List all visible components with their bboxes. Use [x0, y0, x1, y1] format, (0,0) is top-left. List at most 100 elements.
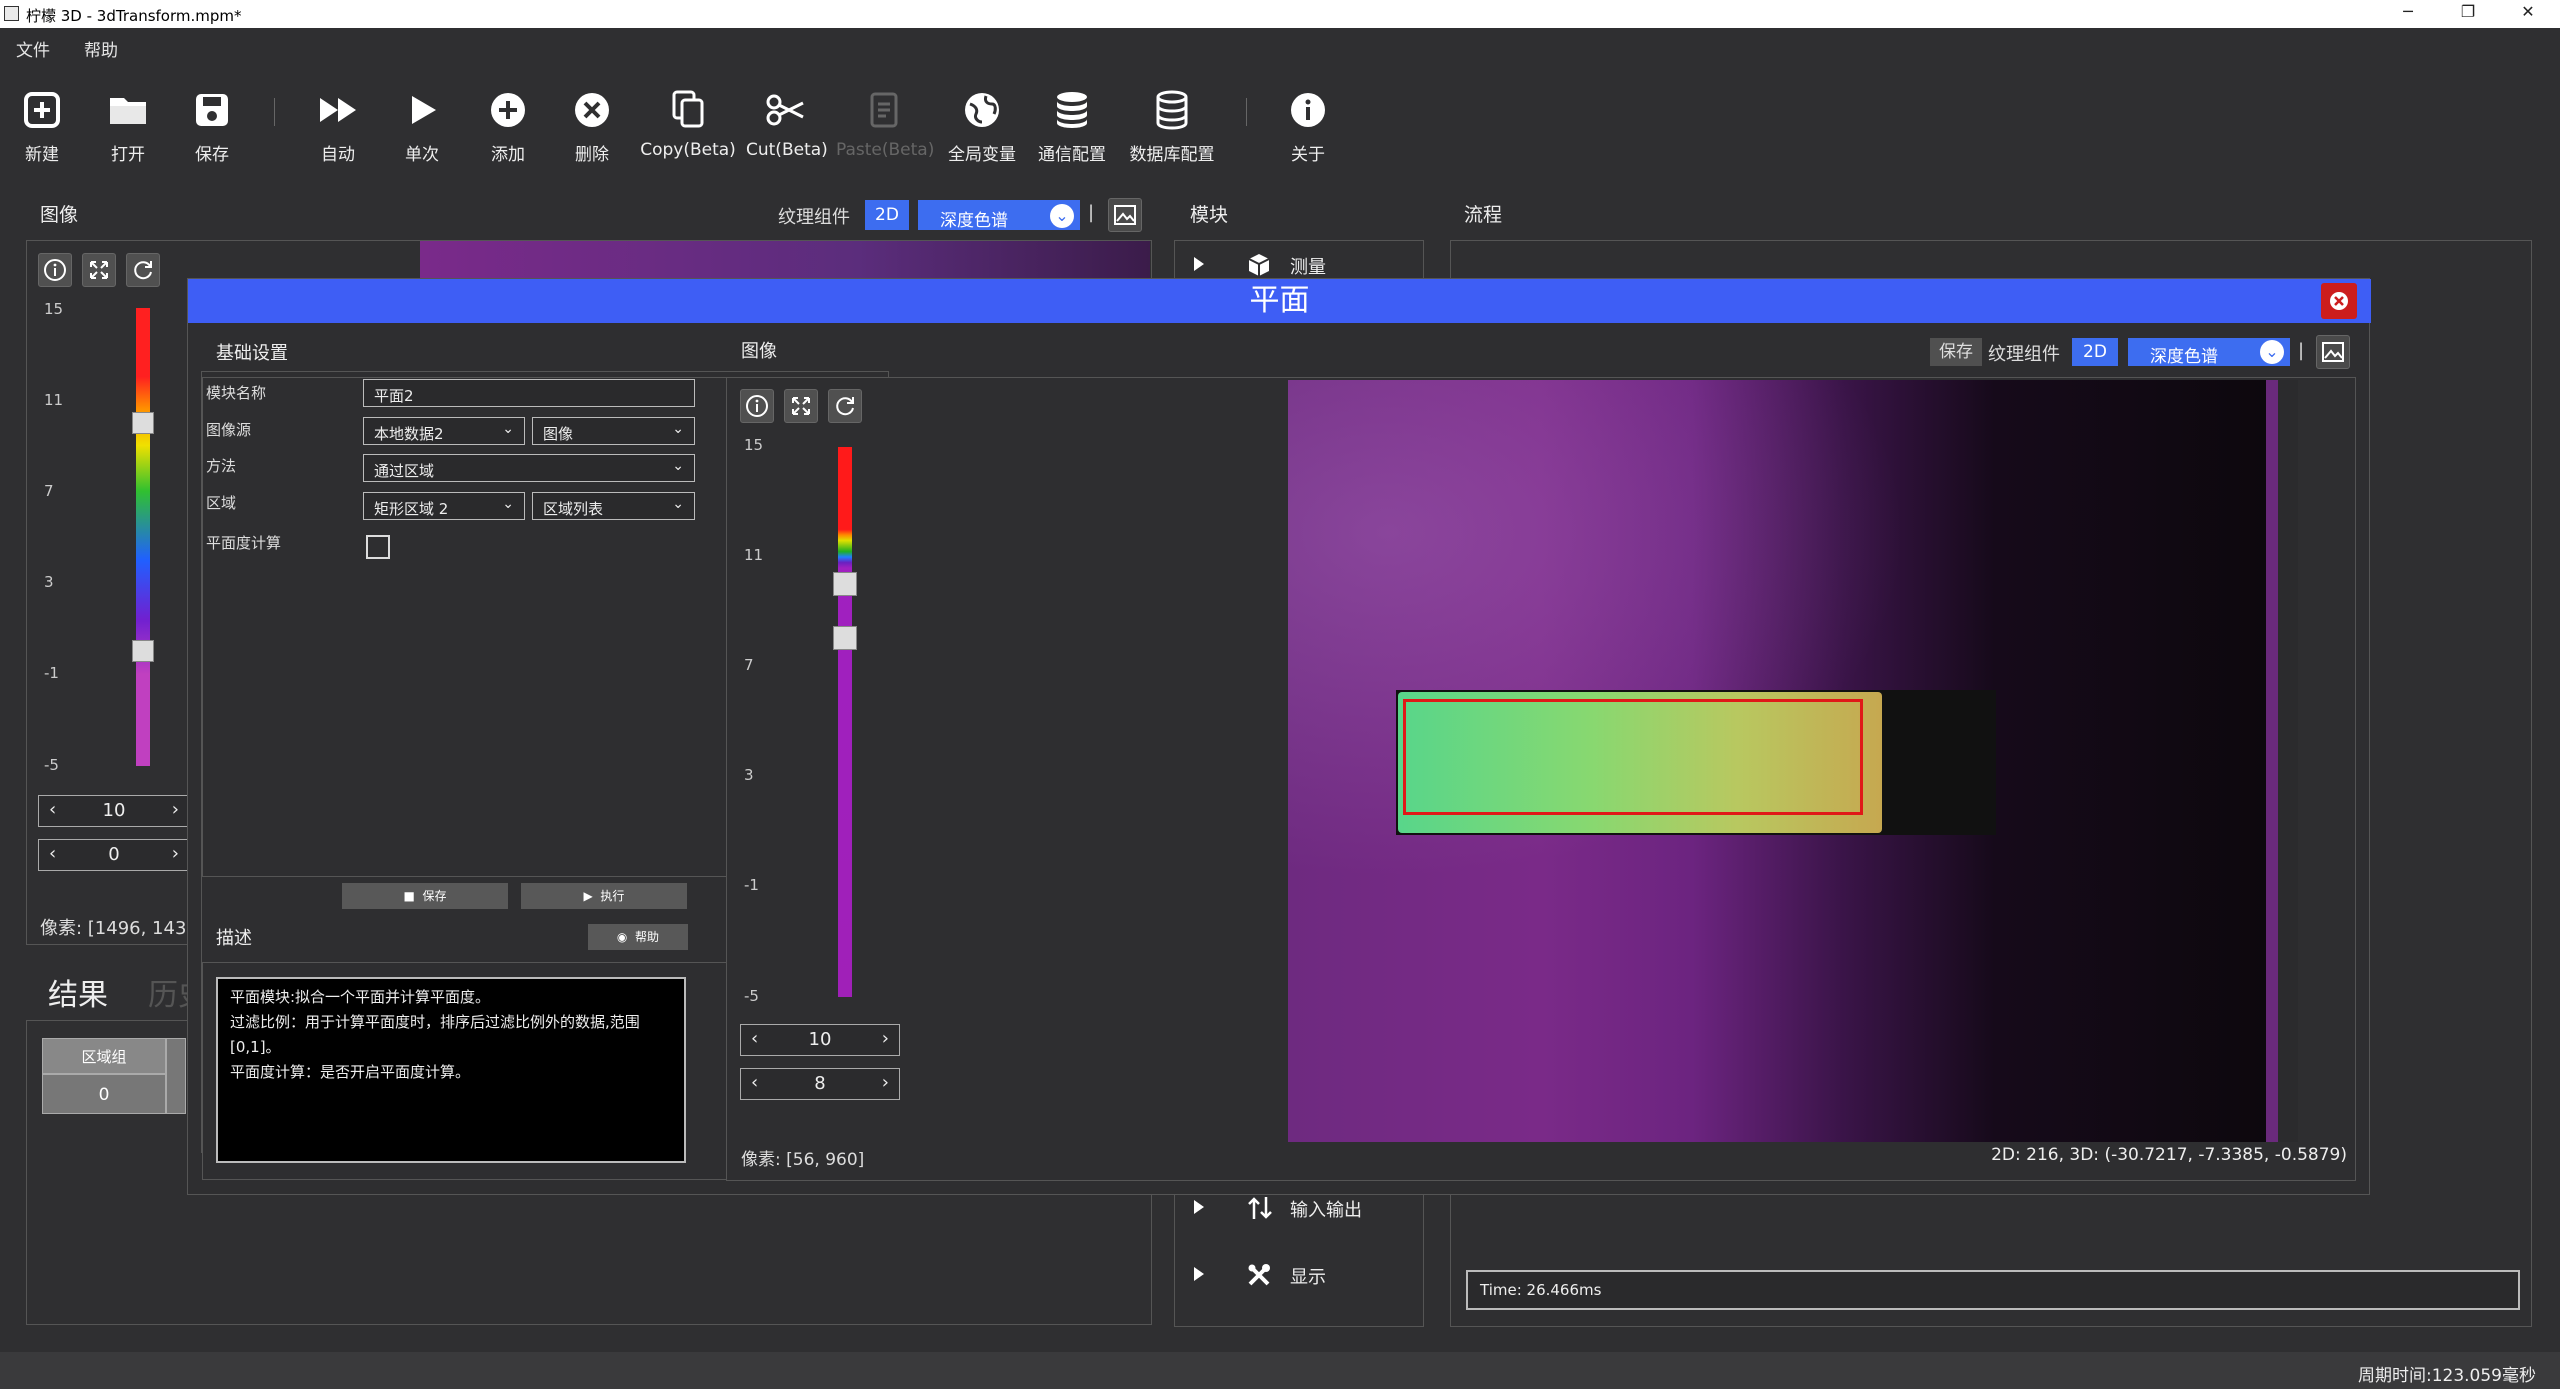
range-max-spinbox[interactable]: ‹ 10 ›	[38, 795, 190, 827]
auto-run-button[interactable]: 自动	[314, 88, 362, 165]
expand-icon	[792, 397, 810, 415]
database-icon	[1057, 92, 1087, 128]
history-tab[interactable]: 历史	[148, 970, 190, 1014]
dialog-pixel-readout: 像素: [56, 960]	[741, 1150, 865, 1170]
dialog-image-save-button[interactable]: 保存	[1930, 338, 1982, 366]
chevron-down-icon: ⌄	[1050, 204, 1074, 228]
dialog-close-button[interactable]	[2321, 283, 2357, 319]
cycle-time: 周期时间:123.059毫秒	[2357, 1366, 2536, 1386]
minimize-button[interactable]: ─	[2380, 2, 2436, 26]
scale-tick: 11	[44, 391, 64, 409]
expand-arrow-icon	[1194, 1267, 1204, 1281]
method-select[interactable]: 通过区域 ⌄	[363, 454, 695, 482]
depth-image	[1288, 380, 2298, 1142]
open-button[interactable]: 打开	[104, 88, 152, 165]
open-folder-icon	[110, 98, 146, 124]
scale-tick: -1	[44, 664, 59, 682]
lower-range-handle[interactable]	[132, 640, 154, 662]
table-cell	[166, 1038, 186, 1114]
delete-icon	[575, 93, 609, 127]
info-icon	[746, 395, 768, 417]
range-min-spinbox[interactable]: ‹ 0 ›	[38, 839, 190, 871]
field-label: 平面度计算	[206, 534, 282, 552]
image-source-select[interactable]: 本地数据2 ⌄	[363, 417, 525, 445]
description-title: 描述	[216, 928, 252, 949]
texture-component-label: 纹理组件	[1988, 344, 2060, 365]
dialog-mode-2d-button[interactable]: 2D	[2072, 338, 2118, 366]
dialog-save-button[interactable]: ■ 保存	[342, 883, 508, 909]
save-button[interactable]: 保存	[188, 88, 236, 165]
dialog-image-snapshot-button[interactable]	[2316, 335, 2350, 369]
info-icon	[1291, 93, 1325, 127]
dialog-image-title: 图像	[741, 341, 777, 362]
upper-range-handle[interactable]	[132, 412, 154, 434]
paste-button[interactable]: Paste(Beta)	[836, 88, 934, 160]
about-button[interactable]: 关于	[1284, 88, 1332, 165]
dialog-colormap-select[interactable]: 深度色谱 ⌄	[2128, 338, 2290, 367]
scissors-icon	[766, 94, 804, 126]
db-config-button[interactable]: 数据库配置	[1122, 88, 1222, 165]
module-display[interactable]: 显示	[1190, 1260, 1410, 1290]
comm-config-button[interactable]: 通信配置	[1032, 88, 1112, 165]
help-button[interactable]: ◉ 帮助	[588, 924, 688, 950]
module-name-input[interactable]: 平面2	[363, 379, 695, 407]
fast-forward-icon	[320, 98, 356, 122]
copy-button[interactable]: Copy(Beta)	[640, 88, 736, 160]
fit-view-button[interactable]	[82, 253, 116, 287]
close-window-button[interactable]: ✕	[2500, 2, 2556, 26]
dialog-fit-button[interactable]	[784, 389, 818, 423]
dialog-lower-handle[interactable]	[833, 626, 857, 650]
flatness-checkbox[interactable]	[366, 535, 390, 559]
refresh-view-button[interactable]	[126, 253, 160, 287]
module-measure[interactable]: 测量	[1190, 250, 1410, 280]
play-icon: ▶	[583, 889, 593, 903]
roi-rectangle[interactable]	[1403, 699, 1863, 815]
texture-component-label: 纹理组件	[778, 207, 850, 228]
new-button[interactable]: 新建	[18, 88, 66, 165]
image-type-select[interactable]: 图像 ⌄	[532, 417, 695, 445]
dialog-run-button[interactable]: ▶ 执行	[521, 883, 687, 909]
cut-button[interactable]: Cut(Beta)	[746, 88, 828, 160]
scale-tick: 11	[744, 546, 764, 564]
scale-tick: 7	[744, 656, 754, 674]
region-list-select[interactable]: 区域列表 ⌄	[532, 492, 695, 520]
refresh-icon	[134, 261, 152, 280]
tools-icon	[1248, 1264, 1270, 1286]
scale-tick: 3	[44, 573, 54, 591]
table-header: 区域组	[42, 1038, 166, 1074]
paste-icon	[870, 92, 898, 128]
flow-time-box: Time: 26.466ms	[1466, 1270, 2520, 1310]
region-select[interactable]: 矩形区域 2 ⌄	[363, 492, 525, 520]
results-tab[interactable]: 结果	[48, 970, 108, 1014]
colormap-select[interactable]: 深度色谱 ⌄	[918, 200, 1080, 231]
new-file-icon	[24, 92, 60, 128]
mode-2d-button[interactable]: 2D	[865, 200, 909, 230]
separator: |	[1088, 202, 1095, 223]
maximize-button[interactable]: ❐	[2440, 2, 2496, 26]
single-run-button[interactable]: 单次	[398, 88, 446, 165]
window-title: 柠檬 3D - 3dTransform.mpm*	[26, 7, 242, 25]
scale-tick: 3	[744, 766, 754, 784]
dialog-info-button[interactable]	[740, 389, 774, 423]
toolbar	[0, 58, 2560, 176]
info-view-button[interactable]	[38, 253, 72, 287]
image-snapshot-button[interactable]	[1108, 198, 1142, 232]
menu-bar: 文件 帮助	[0, 28, 2560, 61]
app-icon	[4, 6, 19, 21]
refresh-icon	[836, 397, 854, 416]
dialog-refresh-button[interactable]	[828, 389, 862, 423]
add-button[interactable]: 添加	[484, 88, 532, 165]
delete-button[interactable]: 删除	[568, 88, 616, 165]
save-icon: ■	[403, 889, 415, 903]
info-icon	[44, 259, 66, 281]
module-io[interactable]: 输入输出	[1190, 1193, 1410, 1223]
global-vars-button[interactable]: 全局变量	[942, 88, 1022, 165]
dialog-range-min-spinbox[interactable]: ‹ 8 ›	[740, 1068, 900, 1100]
scale-tick: 7	[44, 482, 54, 500]
scale-tick: 15	[44, 300, 64, 318]
chevron-down-icon: ⌄	[672, 458, 684, 474]
description-text: 平面模块:拟合一个平面并计算平面度。 过滤比例：用于计算平面度时，排序后过滤比例…	[216, 977, 686, 1163]
depth-color-bar	[136, 308, 150, 766]
dialog-upper-handle[interactable]	[833, 572, 857, 596]
dialog-range-max-spinbox[interactable]: ‹ 10 ›	[740, 1024, 900, 1056]
